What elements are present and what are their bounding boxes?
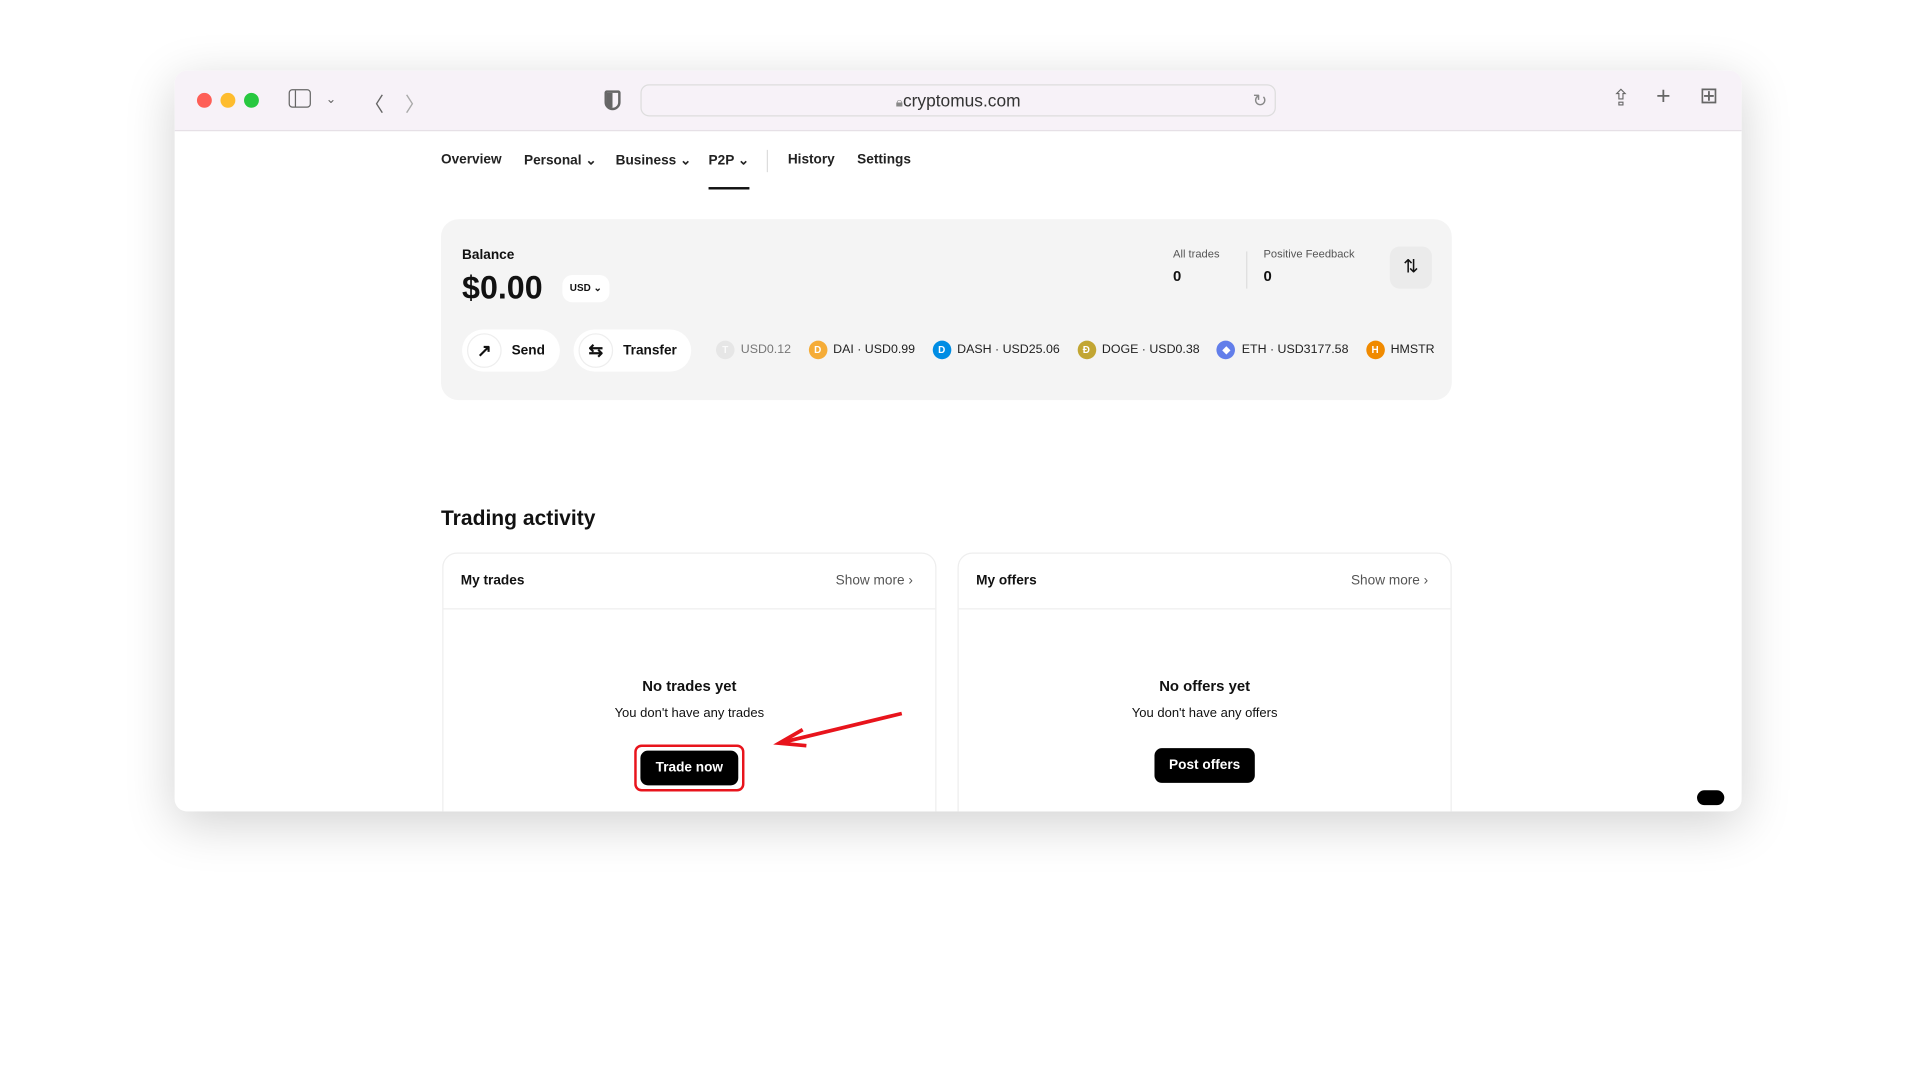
trade-now-button[interactable]: Trade now [640,750,738,786]
new-tab-icon[interactable]: + [1656,83,1670,111]
my-offers-panel: My offers Show more › No offers yet You … [957,552,1452,812]
coin-item[interactable]: Ð DOGE · USD0.38 [1077,340,1200,360]
nav-p2p[interactable]: P2P ⌄ [708,152,750,190]
balance-card: Balance $0.00 USD ⌄ All trades 0 Positiv… [440,219,1452,401]
panel-title: My offers [976,573,1037,589]
nav-history[interactable]: History [788,152,835,167]
chat-icon[interactable] [1697,790,1725,806]
browser-window: ⌄ 〈 〉 🔒︎cryptomus.com ↻ ⇪ + ⊞ Overview P… [174,70,1742,812]
send-button[interactable]: ↗ Send [462,329,560,372]
coin-label: DASH · USD25.06 [957,343,1060,357]
lock-icon: 🔒︎ [895,95,903,111]
nav-business[interactable]: Business ⌄ [616,152,692,169]
chevron-down-icon: ⌄ [581,153,597,169]
arrow-up-right-icon: ↗ [466,333,502,368]
coin-label: DOGE · USD0.38 [1101,343,1200,357]
transfer-icon: ⇆ [578,333,614,368]
coin-item[interactable]: T USD0.12 [715,340,792,360]
coin-label: USD0.12 [740,343,792,357]
my-trades-panel: My trades Show more › No trades yet You … [442,552,937,812]
coin-icon: H [1365,340,1385,360]
address-bar[interactable]: 🔒︎cryptomus.com ↻ [640,84,1276,117]
chevron-down-icon[interactable]: ⌄ [326,93,336,107]
empty-title: No offers yet [1159,677,1251,695]
coin-icon: ◆ [1216,340,1236,360]
chevron-down-icon: ⌄ [676,153,692,169]
chevron-right-icon: › [908,573,913,589]
annotation-highlight: Trade now [634,744,745,792]
coin-icon: Ð [1077,340,1096,360]
chevron-down-icon: ⌄ [734,153,750,169]
swap-icon[interactable]: ⇅ [1389,246,1432,289]
feedback-value: 0 [1263,267,1272,285]
balance-amount: $0.00 [462,268,543,306]
currency-select[interactable]: USD ⌄ [562,274,610,303]
all-trades-label: All trades [1173,247,1220,261]
share-icon[interactable]: ⇪ [1612,85,1631,111]
panel-title: My trades [460,573,525,589]
shield-icon[interactable] [604,90,621,111]
annotation-arrow [773,711,903,748]
coin-label: ETH · USD3177.58 [1241,343,1349,357]
coin-icon: D [932,340,951,360]
balance-label: Balance [462,247,515,263]
browser-toolbar: ⌄ 〈 〉 🔒︎cryptomus.com ↻ ⇪ + ⊞ [174,70,1742,132]
coin-item[interactable]: D DASH · USD25.06 [932,340,1060,360]
reload-icon[interactable]: ↻ [1253,85,1268,115]
nav-divider [766,149,769,173]
back-icon[interactable]: 〈 [364,88,384,118]
tab-overview-icon[interactable]: ⊞ [1700,83,1719,109]
nav-overview[interactable]: Overview [441,152,502,167]
coin-item[interactable]: H HMSTR [1365,340,1435,360]
maximize-window-button[interactable] [244,92,259,108]
forward-icon[interactable]: 〉 [405,88,425,118]
coin-icon: D [808,340,827,360]
show-more-link[interactable]: Show more › [836,574,913,589]
nav-settings[interactable]: Settings [857,152,911,167]
nav-personal[interactable]: Personal ⌄ [524,152,597,169]
empty-text: You don't have any offers [1131,706,1278,721]
sidebar-toggle-icon[interactable] [288,89,311,108]
coin-label: HMSTR [1390,343,1435,357]
page-content: Balance $0.00 USD ⌄ All trades 0 Positiv… [174,189,1742,812]
coin-item[interactable]: ◆ ETH · USD3177.58 [1216,340,1349,360]
show-more-link[interactable]: Show more › [1351,574,1428,589]
coin-item[interactable]: D DAI · USD0.99 [808,340,916,360]
close-window-button[interactable] [196,92,212,108]
feedback-label: Positive Feedback [1263,247,1355,261]
section-title: Trading activity [440,506,596,531]
chevron-right-icon: › [1423,573,1429,589]
main-nav: Overview Personal ⌄ Business ⌄ P2P ⌄ His… [174,131,1742,190]
minimize-window-button[interactable] [220,92,236,108]
stats-divider [1246,251,1248,289]
coin-label: DAI · USD0.99 [833,343,916,357]
all-trades-value: 0 [1173,267,1182,285]
transfer-button[interactable]: ⇆ Transfer [573,329,692,372]
empty-title: No trades yet [642,677,737,695]
coin-ticker: T USD0.12 D DAI · USD0.99 D DASH · USD25.06 Ð D… [715,340,1435,360]
coin-icon: T [715,340,735,360]
post-offers-button[interactable]: Post offers [1154,748,1256,783]
